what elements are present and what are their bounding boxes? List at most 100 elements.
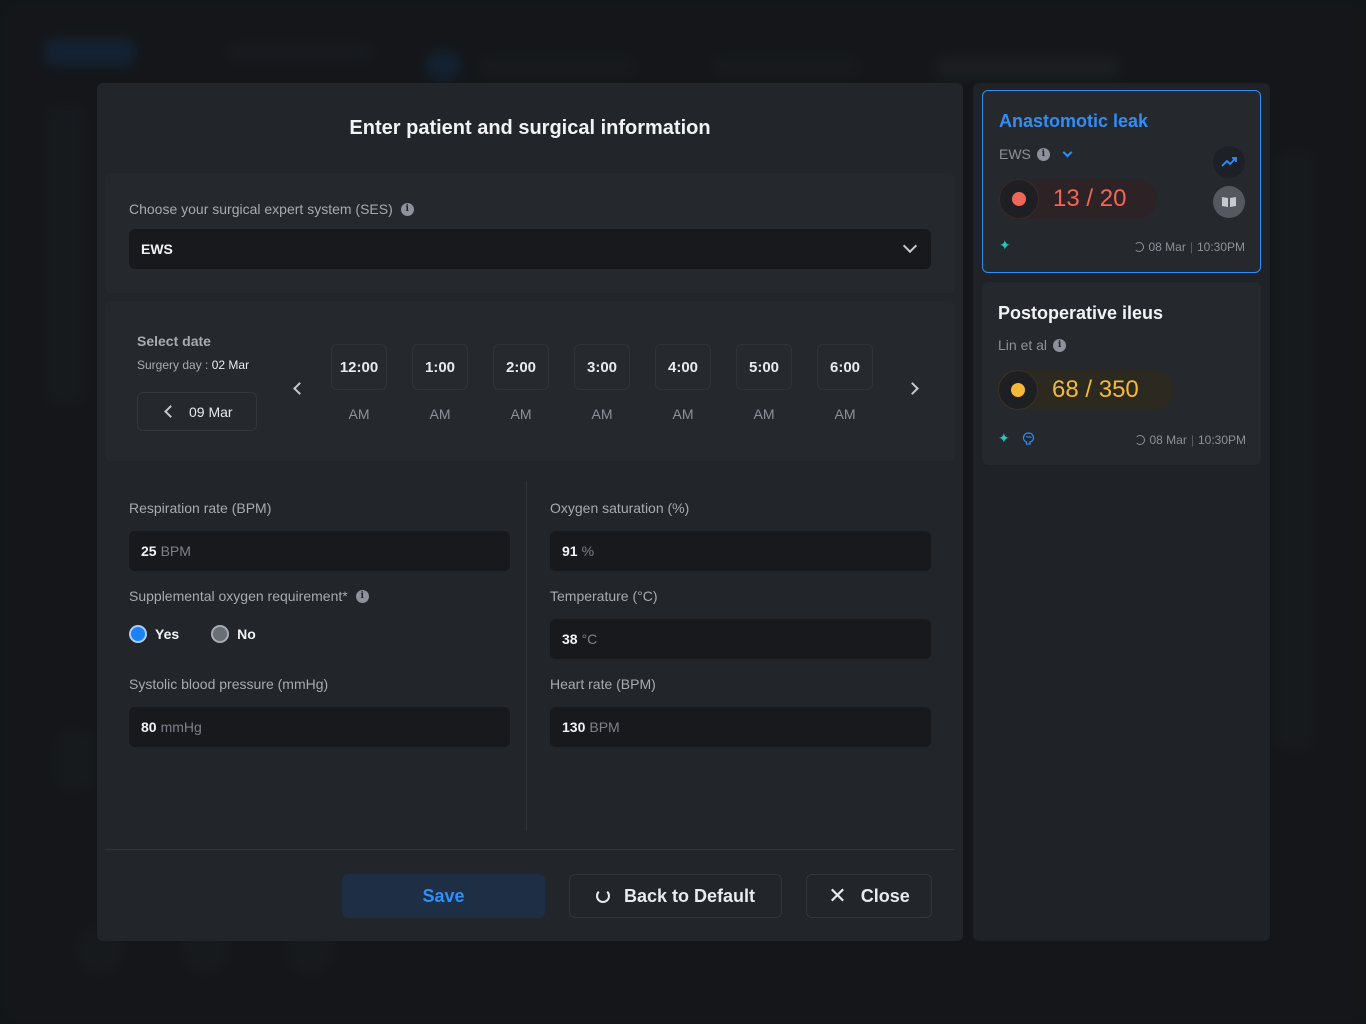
modal-title: Enter patient and surgical information bbox=[349, 117, 711, 139]
save-button-label: Save bbox=[422, 885, 465, 906]
card-date: 08 Mar bbox=[1149, 433, 1187, 447]
footer-divider bbox=[105, 849, 955, 850]
time-prev-button[interactable] bbox=[289, 378, 309, 398]
time-slot-time[interactable]: 5:00 bbox=[736, 344, 792, 390]
ses-label-row: Choose your surgical expert system (SES)… bbox=[129, 201, 414, 217]
temperature-input[interactable]: 38 °C bbox=[550, 619, 931, 659]
ses-label: Choose your surgical expert system (SES) bbox=[129, 201, 393, 217]
back-to-default-button[interactable]: Back to Default bbox=[569, 874, 782, 918]
radio-yes[interactable]: Yes bbox=[129, 625, 179, 643]
time-slot-ampm: AM bbox=[429, 406, 451, 422]
time-slot-time[interactable]: 6:00 bbox=[817, 344, 873, 390]
brain-icon-svg bbox=[1022, 432, 1035, 445]
radio-yes-dot[interactable] bbox=[129, 625, 147, 643]
temperature-field: Temperature (°C) 38 °C bbox=[550, 586, 931, 659]
radio-no-label: No bbox=[237, 626, 256, 642]
sparkle-icon: ✦ bbox=[998, 430, 1010, 446]
radio-no[interactable]: No bbox=[211, 625, 256, 643]
separator: | bbox=[1189, 240, 1193, 254]
info-icon[interactable]: i bbox=[1053, 338, 1067, 352]
time-slot-time[interactable]: 1:00 bbox=[412, 344, 468, 390]
save-button[interactable]: Save bbox=[342, 874, 545, 918]
time-slot[interactable]: 1:00 AM bbox=[412, 344, 468, 422]
ses-select[interactable]: EWS bbox=[129, 229, 931, 269]
book-icon bbox=[1222, 197, 1236, 207]
time-next-button[interactable] bbox=[902, 378, 922, 398]
respiration-value: 25 bbox=[141, 543, 157, 559]
heart-rate-value: 130 bbox=[562, 719, 586, 735]
radio-yes-label: Yes bbox=[155, 626, 180, 642]
separator: | bbox=[1190, 433, 1194, 447]
card-timestamp: 08 Mar | 10:30PM bbox=[1135, 433, 1246, 447]
time-slot-ampm: AM bbox=[753, 406, 775, 422]
time-slot-ampm: AM bbox=[591, 406, 613, 422]
sparkle-icon: ✦ bbox=[999, 237, 1011, 253]
risk-card-anastomotic-leak[interactable]: Anastomotic leak EWS i 13 / 20 ✦ 08 Mar … bbox=[982, 90, 1261, 273]
close-icon: ✕ bbox=[828, 883, 847, 908]
status-dot-fill bbox=[1012, 192, 1026, 206]
close-button[interactable]: ✕ Close bbox=[806, 874, 932, 918]
time-slot[interactable]: 4:00 AM bbox=[655, 344, 711, 422]
score-pill: 68 / 350 bbox=[998, 370, 1174, 410]
column-divider bbox=[526, 481, 527, 831]
temperature-unit: °C bbox=[581, 631, 598, 647]
radio-no-dot[interactable] bbox=[211, 625, 230, 643]
chevron-down-icon bbox=[902, 238, 918, 254]
book-button[interactable] bbox=[1213, 186, 1245, 218]
chevron-down-icon[interactable] bbox=[1062, 147, 1073, 157]
time-slot[interactable]: 2:00 AM bbox=[493, 344, 549, 422]
time-slot-time[interactable]: 12:00 bbox=[331, 344, 387, 390]
status-dot bbox=[999, 179, 1039, 219]
score-max: 350 bbox=[1098, 376, 1139, 403]
time-slot-ampm: AM bbox=[672, 406, 694, 422]
card-source: Lin et al i bbox=[998, 337, 1067, 353]
oxygen-sat-input[interactable]: 91 % bbox=[550, 531, 931, 571]
score-pill: 13 / 20 bbox=[999, 179, 1157, 219]
trend-button[interactable] bbox=[1213, 146, 1245, 178]
time-slot-time[interactable]: 4:00 bbox=[655, 344, 711, 390]
oxygen-requirement-field: Supplemental oxygen requirement* i Yes N… bbox=[129, 586, 510, 643]
score-value: 68 bbox=[1052, 376, 1079, 403]
card-source: EWS i bbox=[999, 146, 1073, 162]
heart-rate-input[interactable]: 130 BPM bbox=[550, 707, 931, 747]
time-slot[interactable]: 6:00 AM bbox=[817, 344, 873, 422]
card-date: 08 Mar bbox=[1148, 240, 1186, 254]
time-slot[interactable]: 12:00 AM bbox=[331, 344, 387, 422]
status-dot-fill bbox=[1011, 383, 1025, 397]
info-icon[interactable]: i bbox=[1036, 147, 1050, 161]
oxygen-requirement-label-row: Supplemental oxygen requirement* i bbox=[129, 586, 510, 606]
surgery-day-label: Surgery day : bbox=[137, 358, 209, 372]
respiration-input[interactable]: 25 BPM bbox=[129, 531, 510, 571]
chevron-left-icon bbox=[292, 381, 306, 395]
date-picker-button[interactable]: 09 Mar bbox=[137, 392, 257, 431]
score: 68 / 350 bbox=[1052, 376, 1139, 403]
time-slot-time[interactable]: 3:00 bbox=[574, 344, 630, 390]
card-title: Postoperative ileus bbox=[998, 303, 1164, 323]
oxygen-sat-field: Oxygen saturation (%) 91 % bbox=[550, 498, 931, 571]
time-slot-ampm: AM bbox=[510, 406, 532, 422]
vitals-form: Respiration rate (BPM) 25 BPM Supplement… bbox=[129, 481, 931, 831]
info-icon[interactable]: i bbox=[400, 202, 414, 216]
select-date-label: Select date bbox=[137, 333, 211, 349]
chevron-left-icon bbox=[164, 405, 177, 418]
respiration-field: Respiration rate (BPM) 25 BPM bbox=[129, 498, 510, 571]
back-to-default-label: Back to Default bbox=[623, 885, 756, 906]
temperature-label: Temperature (°C) bbox=[550, 588, 658, 604]
systolic-unit: mmHg bbox=[160, 719, 202, 735]
info-icon[interactable]: i bbox=[355, 589, 369, 603]
close-button-label: Close bbox=[860, 885, 910, 906]
systolic-field: Systolic blood pressure (mmHg) 80 mmHg bbox=[129, 674, 510, 747]
respiration-label: Respiration rate (BPM) bbox=[129, 500, 272, 516]
card-title: Anastomotic leak bbox=[999, 111, 1149, 131]
time-slot-time[interactable]: 2:00 bbox=[493, 344, 549, 390]
card-time: 10:30PM bbox=[1196, 240, 1245, 254]
score-max: 20 bbox=[1099, 185, 1127, 212]
current-date: 09 Mar bbox=[189, 403, 233, 420]
oxygen-sat-label: Oxygen saturation (%) bbox=[550, 500, 690, 516]
temperature-value: 38 bbox=[562, 631, 578, 647]
risk-card-postoperative-ileus[interactable]: Postoperative ileus Lin et al i 68 / 350… bbox=[982, 282, 1261, 465]
systolic-input[interactable]: 80 mmHg bbox=[129, 707, 510, 747]
time-slot[interactable]: 3:00 AM bbox=[574, 344, 630, 422]
card-source-label: Lin et al bbox=[998, 337, 1048, 353]
time-slot[interactable]: 5:00 AM bbox=[736, 344, 792, 422]
